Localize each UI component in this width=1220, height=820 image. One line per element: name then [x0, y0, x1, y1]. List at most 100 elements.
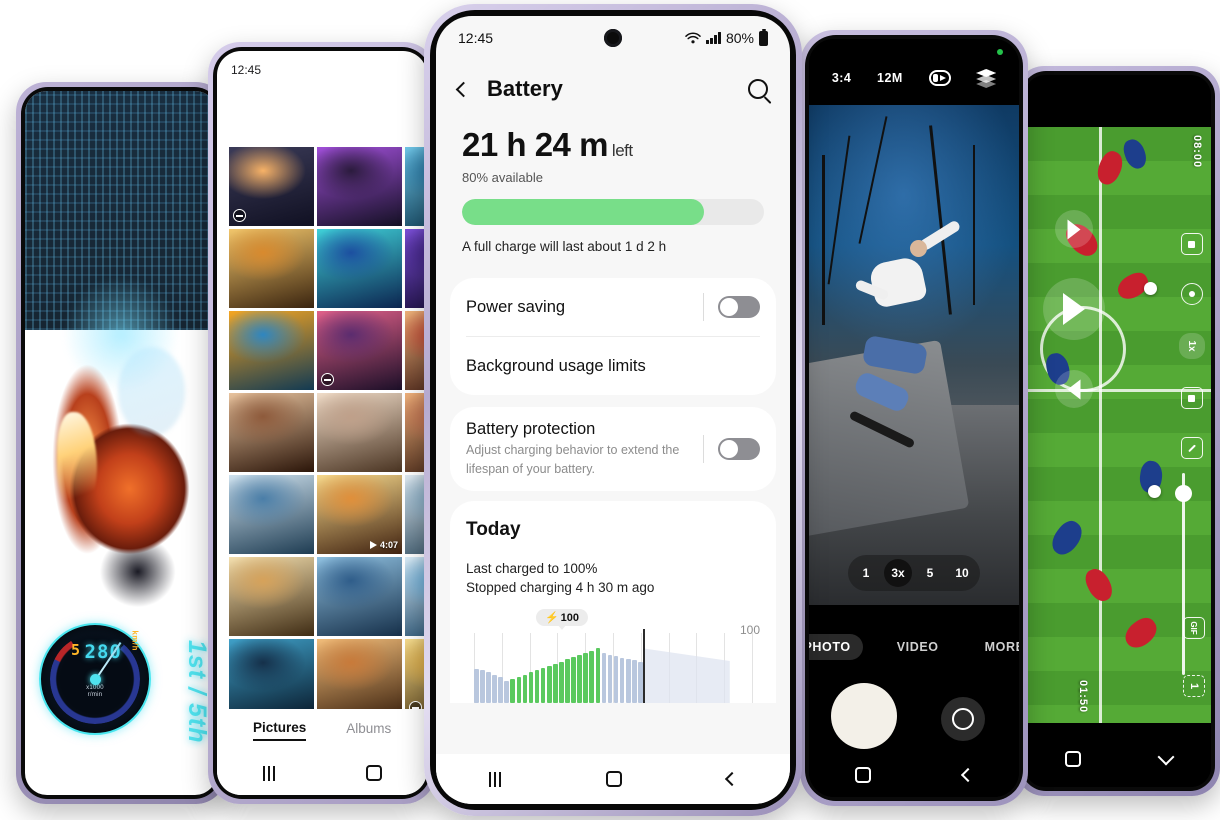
through-ball-icon[interactable]: [1043, 278, 1105, 341]
gallery-thumbnail[interactable]: [317, 229, 402, 308]
today-title: Today: [466, 519, 521, 540]
gallery-thumbnail[interactable]: [317, 147, 402, 226]
back-icon[interactable]: [725, 771, 740, 787]
battery-percent: 80%: [725, 30, 754, 46]
zoom-selector[interactable]: 1 3x 5 10: [848, 555, 980, 591]
gallery-thumbnail[interactable]: [317, 311, 402, 390]
mode-photo[interactable]: PHOTO: [809, 634, 863, 660]
resolution-button[interactable]: 12M: [877, 71, 903, 85]
player-blue: [1046, 516, 1088, 560]
gallery-thumbnail[interactable]: [317, 557, 402, 636]
home-icon[interactable]: [855, 767, 871, 783]
system-navbar[interactable]: [809, 753, 1019, 797]
battery-progress-bar: [462, 199, 764, 225]
chart-bar: [565, 659, 570, 703]
battery-usage-chart[interactable]: ⚡ 100 100: [466, 609, 760, 703]
tab-pictures[interactable]: Pictures: [253, 720, 307, 741]
power-saving-toggle[interactable]: [718, 296, 760, 318]
lob-pass-up-icon[interactable]: [1055, 210, 1093, 249]
skater-head: [909, 240, 927, 257]
chevron-down-icon[interactable]: [1157, 748, 1174, 765]
gallery-thumbnail[interactable]: [229, 229, 314, 308]
gallery-thumbnail[interactable]: [229, 475, 314, 554]
player-red: [1081, 564, 1117, 606]
row-battery-protection[interactable]: Battery protection Adjust charging behav…: [466, 407, 760, 491]
system-navbar[interactable]: [436, 754, 790, 804]
gallery-phone: 12:45 1:14:07 Pictures Albums: [208, 42, 436, 804]
filters-icon[interactable]: [976, 69, 997, 88]
mode-more[interactable]: MORE: [973, 634, 1019, 660]
capture-icon[interactable]: 1: [1183, 675, 1205, 697]
search-icon[interactable]: [748, 79, 768, 99]
gallery-tabs[interactable]: Pictures Albums: [217, 709, 427, 751]
battery-settings-screen[interactable]: 12:45 80% Battery 21 h 24 m left 80% ava…: [436, 16, 790, 804]
gallery-thumbnail[interactable]: [229, 557, 314, 636]
row-background-usage-limits[interactable]: Background usage limits: [466, 337, 760, 395]
home-icon[interactable]: [605, 771, 622, 787]
gif-icon[interactable]: GIF: [1183, 617, 1205, 639]
zoom-1x-button[interactable]: 1: [852, 559, 880, 587]
camera-top-bar: 3:4 12M: [809, 39, 1019, 105]
camera-mode-selector[interactable]: PHOTO VIDEO MORE: [809, 625, 1019, 669]
chart-bar: [571, 657, 576, 703]
battery-progress-fill: [462, 199, 704, 225]
motion-photo-icon[interactable]: [928, 70, 951, 86]
status-time: 12:45: [231, 63, 262, 77]
expand-icon[interactable]: [1181, 437, 1203, 459]
game-slider-knob[interactable]: [1175, 484, 1192, 502]
game-side-controls[interactable]: 1x: [1179, 233, 1205, 459]
game-slider-track[interactable]: [1182, 472, 1185, 676]
aspect-ratio-button[interactable]: 3:4: [832, 71, 852, 85]
gallery-thumbnail[interactable]: [229, 311, 314, 390]
system-navbar[interactable]: [217, 751, 427, 795]
chart-bar: [613, 656, 619, 703]
gallery-grid[interactable]: 1:14:07: [229, 147, 427, 718]
soccer-game-screen[interactable]: 08:00 01:50 1x GIF 1: [1025, 75, 1211, 787]
flip-camera-icon[interactable]: [941, 697, 985, 741]
system-navbar[interactable]: [1025, 731, 1211, 787]
battery-available: 80% available: [462, 170, 543, 185]
gallery-thumbnail[interactable]: 4:07: [317, 475, 402, 554]
row-power-saving[interactable]: Power saving: [466, 278, 760, 336]
speed-x1-icon[interactable]: 1x: [1179, 333, 1205, 359]
game-dpad[interactable]: [1043, 210, 1105, 409]
recents-icon[interactable]: [262, 765, 275, 781]
battery-options-card: Power saving Background usage limits: [450, 278, 776, 395]
chart-bar: [492, 674, 497, 703]
mode-video[interactable]: VIDEO: [885, 634, 951, 660]
battery-protection-toggle[interactable]: [718, 438, 760, 460]
camera-screen[interactable]: 3:4 12M 1 3x 5 10 HOTO VIDEO MOR: [809, 39, 1019, 797]
sprint-down-icon[interactable]: [1055, 370, 1093, 409]
chart-bar: [559, 661, 564, 703]
bolt-icon: ⚡: [544, 612, 559, 624]
back-icon[interactable]: [960, 767, 976, 783]
shutter-button[interactable]: [831, 683, 897, 749]
gallery-thumbnail[interactable]: [317, 393, 402, 472]
gallery-thumbnail[interactable]: [317, 639, 402, 718]
game-side-controls-lower[interactable]: GIF 1: [1183, 617, 1205, 697]
camera-top-controls[interactable]: 3:4 12M: [809, 69, 1019, 88]
stop-icon[interactable]: [1181, 387, 1203, 409]
chevron-left-icon[interactable]: [455, 81, 472, 97]
chart-bar: [632, 660, 637, 703]
recents-icon[interactable]: [488, 771, 501, 787]
chart-bar: [480, 670, 485, 703]
tab-albums[interactable]: Albums: [346, 721, 391, 740]
rotate-icon[interactable]: [1181, 283, 1203, 305]
camera-viewfinder[interactable]: 1 3x 5 10: [809, 105, 1019, 605]
substitution-icon[interactable]: [1181, 233, 1203, 255]
gallery-thumbnail[interactable]: [229, 393, 314, 472]
home-icon[interactable]: [1064, 751, 1081, 767]
gallery-screen[interactable]: 12:45 1:14:07 Pictures Albums: [217, 51, 427, 795]
zoom-5x-button[interactable]: 5: [916, 559, 944, 587]
zoom-10x-button[interactable]: 10: [948, 559, 976, 587]
home-icon[interactable]: [365, 765, 382, 781]
racing-game-screen[interactable]: 5 280 km/h x1000 r/min 1st / 5th: [25, 91, 217, 795]
gallery-thumbnail[interactable]: [229, 147, 314, 226]
status-bar: 12:45 80%: [436, 16, 790, 60]
chart-bar: [589, 650, 595, 703]
gallery-thumbnail[interactable]: [229, 639, 314, 718]
zoom-3x-button[interactable]: 3x: [884, 559, 912, 587]
stopped-charging-line: Stopped charging 4 h 30 m ago: [466, 580, 655, 595]
divider: [703, 293, 704, 321]
